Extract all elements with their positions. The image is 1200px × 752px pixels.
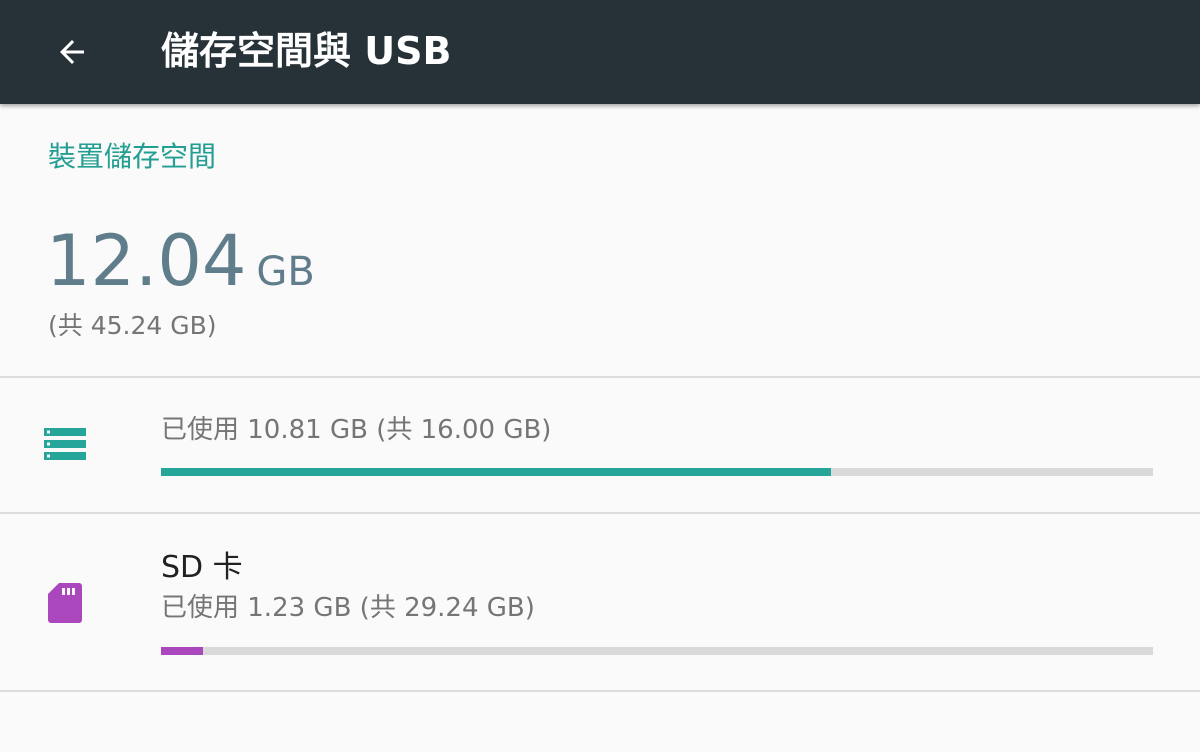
- page-title: 儲存空間與 USB: [161, 29, 452, 73]
- app-bar: 儲存空間與 USB: [0, 0, 1200, 104]
- sd-card-progress-bar: [161, 647, 1153, 655]
- internal-storage-icon: [44, 428, 86, 460]
- sd-card-progress-fill: [161, 647, 203, 655]
- sd-card-summary: 已使用 1.23 GB (共 29.24 GB): [161, 593, 535, 623]
- storage-used-summary: 12.04 GB: [46, 218, 315, 315]
- internal-storage-progress-bar: [161, 468, 1153, 476]
- internal-storage-progress-fill: [161, 468, 832, 476]
- section-header-device-storage: 裝置儲存空間: [48, 140, 217, 173]
- divider: [0, 690, 1200, 692]
- arrow-back-icon: [60, 40, 84, 64]
- internal-storage-summary: 已使用 10.81 GB (共 16.00 GB): [161, 415, 552, 445]
- back-button[interactable]: [40, 20, 104, 84]
- sd-card-icon: [48, 583, 82, 623]
- sd-card-title: SD 卡: [161, 550, 243, 585]
- sd-card-row[interactable]: SD 卡 已使用 1.23 GB (共 29.24 GB): [0, 514, 1200, 690]
- storage-total-text: (共 45.24 GB): [48, 311, 217, 340]
- internal-storage-row[interactable]: 已使用 10.81 GB (共 16.00 GB): [0, 378, 1200, 512]
- storage-used-value: 12.04: [46, 220, 247, 302]
- storage-used-unit: GB: [256, 249, 315, 295]
